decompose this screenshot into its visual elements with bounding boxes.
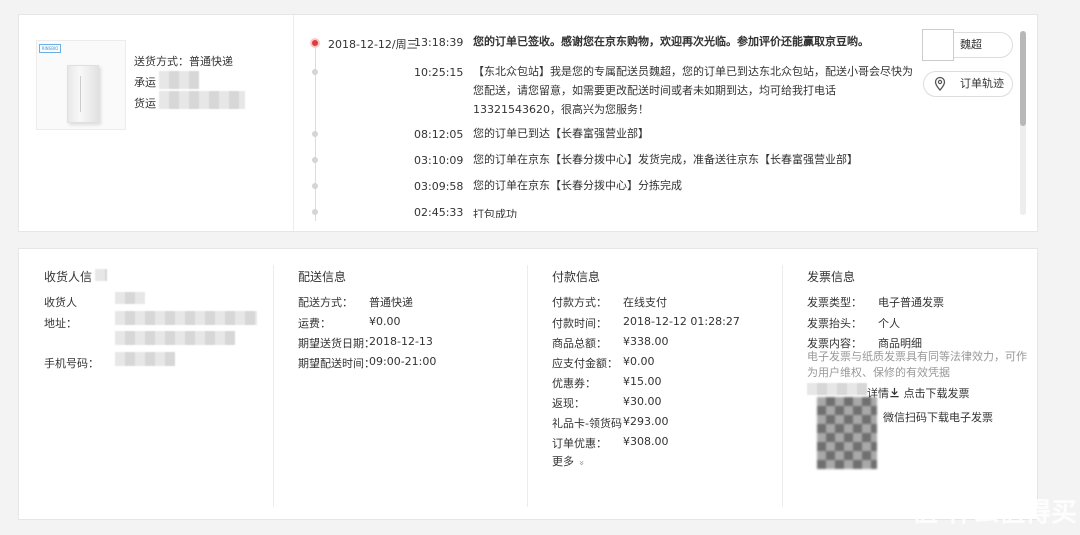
payment-label: 应支付金额： (552, 357, 618, 370)
redacted-carrier (159, 71, 199, 89)
redacted-waybill (159, 91, 245, 109)
invoice-label: 发票抬头： (807, 317, 862, 330)
timeline-dot (312, 69, 318, 75)
chevron-down-icon: » (575, 460, 586, 466)
timeline-time: 03:09:58 (414, 180, 464, 193)
receiver-title: 收货人信 (44, 270, 93, 284)
invoice-note: 电子发票与纸质发票具有同等法律效力，可作为用户维权、保修的有效凭据 (807, 350, 1027, 379)
payment-label: 返现： (552, 397, 585, 410)
timeline-scrollbar[interactable] (1020, 31, 1026, 215)
timeline-text: 打包成功 (473, 208, 517, 218)
tracking-panel: RINSBIO 送货方式：普通快递 承运 货运 2018-12-12/周三 13… (18, 14, 1038, 232)
courier-avatar-icon (922, 29, 954, 61)
timeline-time: 03:10:09 (414, 154, 464, 167)
timeline-time: 08:12:05 (414, 128, 464, 141)
timeline-dot (312, 209, 318, 215)
timeline-dot (312, 157, 318, 163)
timeline-date: 2018-12-12/周三 (328, 38, 418, 51)
timeline-text: 【东北众包站】我是您的专属配送员魏超，您的订单已到达东北众包站，配送小哥会尽快为… (473, 65, 913, 116)
payment-label: 礼品卡-领货码 (552, 417, 622, 430)
payment-title: 付款信息 (552, 270, 601, 284)
timeline-clipped-row: 02:45:33 打包成功 (399, 204, 599, 218)
product-thumbnail[interactable]: RINSBIO (36, 40, 126, 130)
payment-value: ¥308.00 (623, 435, 669, 448)
payment-more-link[interactable]: 更多 » (552, 453, 586, 469)
timeline-dot (312, 131, 318, 137)
delivery-value: ¥0.00 (369, 315, 401, 328)
shipping-method: 送货方式：普通快递 (134, 55, 233, 68)
invoice-label: 发票类型： (807, 296, 862, 309)
invoice-value: 个人 (878, 317, 900, 330)
courier-button[interactable]: 魏超 (922, 29, 1013, 61)
receiver-phone-label: 手机号码： (44, 357, 99, 370)
payment-label: 付款方式： (552, 296, 607, 309)
redacted-address (115, 311, 257, 325)
payment-value: ¥338.00 (623, 335, 669, 348)
timeline-time: 10:25:15 (414, 66, 464, 79)
wechat-download-text: 微信扫码下载电子发票 (883, 411, 993, 424)
timeline-dot-current (312, 40, 318, 46)
receiver-name-label: 收货人 (44, 296, 77, 309)
delivery-label: 配送方式： (298, 296, 353, 309)
scrollbar-thumb[interactable] (1020, 31, 1026, 126)
site-watermark: 值 什么值得买 (912, 498, 1078, 528)
delivery-value: 09:00-21:00 (369, 355, 437, 368)
redacted-name (115, 292, 145, 304)
invoice-value: 电子普通发票 (878, 296, 944, 309)
timeline-text: 您的订单在京东【长春分拨中心】发货完成，准备送往京东【长春富强营业部】 (473, 153, 858, 166)
payment-value: 2018-12-12 01:28:27 (623, 315, 740, 328)
product-brand-tag: RINSBIO (39, 44, 61, 53)
column-divider (527, 265, 528, 507)
delivery-label: 期望配送时间： (298, 357, 375, 370)
timeline-dot (312, 183, 318, 189)
timeline-time: 13:18:39 (414, 36, 464, 49)
carrier-label: 承运 (134, 76, 156, 89)
payment-value: ¥30.00 (623, 395, 662, 408)
download-icon (890, 387, 899, 398)
section-divider (293, 15, 294, 231)
timeline-time: 02:45:33 (414, 206, 464, 218)
delivery-label: 运费： (298, 317, 331, 330)
receiver-address-label: 地址： (44, 317, 77, 330)
wechat-qr-code (817, 397, 877, 469)
delivery-title: 配送信息 (298, 270, 347, 284)
redacted (807, 383, 867, 395)
column-divider (273, 265, 274, 507)
delivery-value: 2018-12-13 (369, 335, 433, 348)
redacted-address (115, 331, 235, 345)
payment-value: ¥0.00 (623, 355, 655, 368)
courier-name: 魏超 (960, 38, 982, 51)
timeline-text: 您的订单在京东【长春分拨中心】分拣完成 (473, 179, 682, 192)
payment-label: 订单优惠： (552, 437, 607, 450)
location-pin-icon (934, 76, 946, 91)
invoice-title: 发票信息 (807, 270, 856, 284)
payment-label: 付款时间： (552, 317, 607, 330)
track-button[interactable]: 订单轨迹 (923, 71, 1013, 97)
download-label: 点击下载发票 (903, 387, 970, 400)
order-info-panel: 收货人信 收货人 地址： 手机号码： 配送信息 配送方式： 普通快递 运费： ¥… (18, 248, 1038, 520)
payment-value: 在线支付 (623, 296, 667, 309)
invoice-download-link[interactable]: 点击下载发票 (889, 385, 970, 401)
payment-value: ¥293.00 (623, 415, 669, 428)
timeline-text: 您的订单已到达【长春富强营业部】 (473, 127, 649, 140)
payment-value: ¥15.00 (623, 375, 662, 388)
payment-label: 商品总额： (552, 337, 607, 350)
product-image (67, 65, 99, 123)
timeline-text: 您的订单已签收。感谢您在京东购物，欢迎再次光临。参加评价还能赢取京豆哟。 (473, 35, 869, 48)
payment-label: 优惠券： (552, 377, 596, 390)
column-divider (782, 265, 783, 507)
more-label: 更多 (552, 455, 574, 468)
delivery-label: 期望送货日期： (298, 337, 375, 350)
track-button-label: 订单轨迹 (960, 77, 1004, 90)
delivery-value: 普通快递 (369, 296, 413, 309)
redacted (95, 269, 107, 281)
cargo-label: 货运 (134, 97, 156, 110)
redacted-phone (115, 352, 175, 366)
